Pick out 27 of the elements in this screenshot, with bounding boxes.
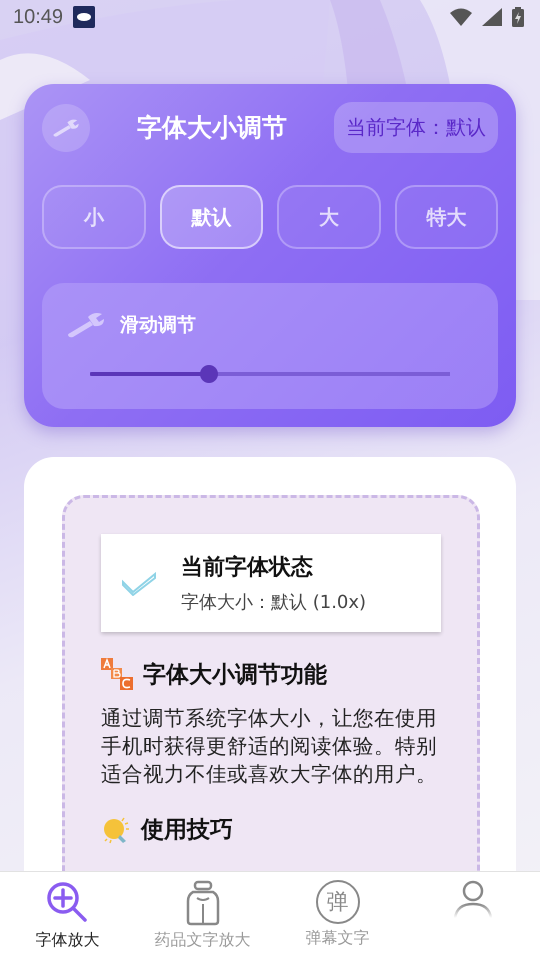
slider-thumb[interactable] xyxy=(200,365,218,383)
panel-title: 字体大小调节 xyxy=(136,112,288,144)
nav-tab[interactable]: 药品文字放大 xyxy=(154,930,250,951)
battery-icon xyxy=(512,7,524,27)
wrench-icon xyxy=(66,311,106,339)
size-option[interactable]: 特大 xyxy=(394,185,498,249)
nav-tab[interactable]: 字体放大 xyxy=(36,930,100,951)
tips-title: 使用技巧 xyxy=(141,816,233,845)
abc-blocks-icon xyxy=(101,658,133,690)
status-detail: 字体大小：默认 (1.0x) xyxy=(181,591,366,614)
slider-label: 滑动调节 xyxy=(120,313,196,338)
status-title: 当前字体状态 xyxy=(181,554,314,582)
bottle-icon xyxy=(184,880,220,926)
glyph-icon: 弹 xyxy=(316,880,360,924)
nav-tab[interactable]: 弹幕文字 xyxy=(306,928,370,949)
wifi-icon xyxy=(450,8,472,26)
check-icon xyxy=(121,570,157,596)
feature-description: 通过调节系统字体大小，让您在使用手机时获得更舒适的阅读体验。特别适合视力不佳或喜欢大字体的用户。 xyxy=(101,705,438,788)
signal-icon xyxy=(482,8,502,26)
size-option[interactable]: 大 xyxy=(277,185,380,249)
status-time: 10:49 xyxy=(13,6,64,28)
current-font-badge: 当前字体：默认 xyxy=(334,102,498,153)
wrench-icon xyxy=(42,104,90,152)
size-option[interactable]: 小 xyxy=(42,185,146,249)
notification-icon xyxy=(73,6,96,28)
feature-title: 字体大小调节功能 xyxy=(143,660,327,690)
size-option[interactable]: 默认 xyxy=(160,185,263,249)
